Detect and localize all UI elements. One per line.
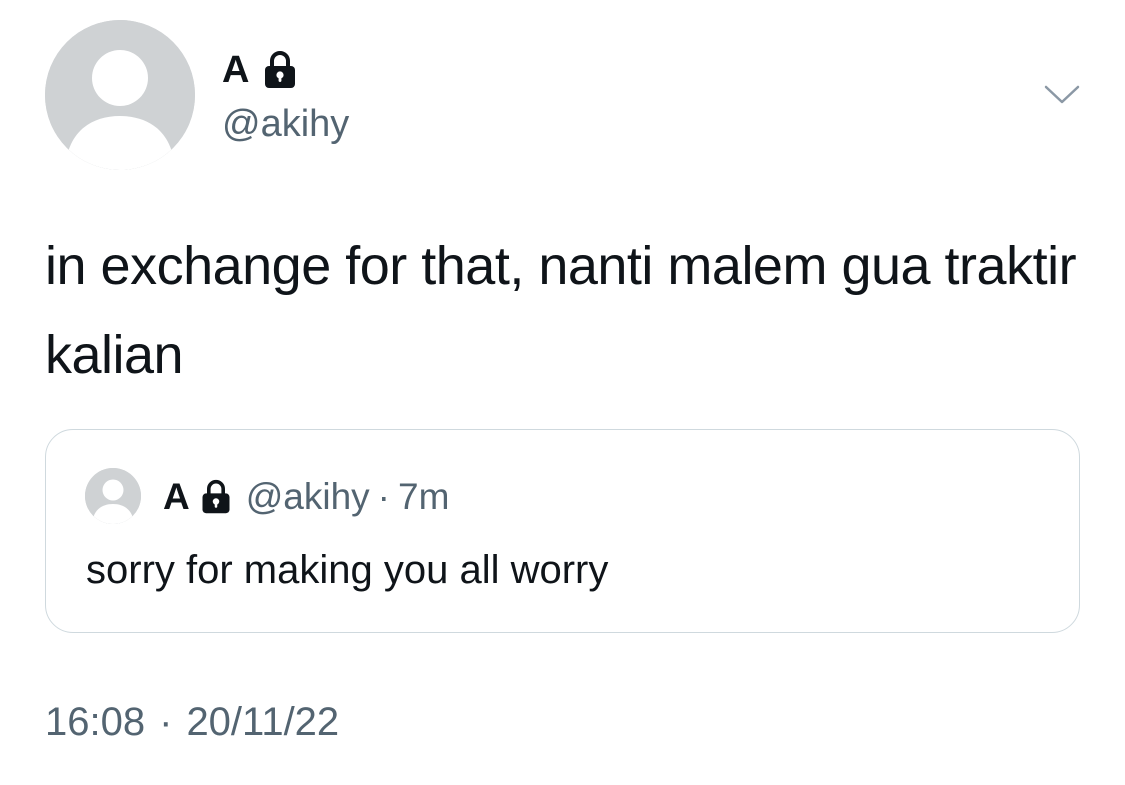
author-name-row[interactable]: A bbox=[222, 48, 297, 92]
separator-dot: · bbox=[377, 476, 390, 517]
quoted-tweet-text: sorry for making you all worry bbox=[86, 548, 609, 592]
default-avatar-icon bbox=[45, 20, 195, 170]
tweet-detail: A @akihy in exchange for that, nanti mal… bbox=[0, 0, 1125, 785]
chevron-down-icon bbox=[1044, 85, 1080, 104]
quoted-display-name: A bbox=[163, 476, 190, 517]
tweet-timestamp[interactable]: 16:08 · 20/11/22 bbox=[45, 700, 339, 745]
quoted-tweet-header: A @akihy · 7m bbox=[163, 474, 449, 520]
quoted-handle: @akihy bbox=[245, 476, 370, 517]
quoted-avatar bbox=[85, 468, 141, 524]
lock-icon bbox=[202, 479, 230, 514]
tweet-date: 20/11/22 bbox=[186, 700, 340, 744]
avatar[interactable] bbox=[45, 20, 195, 170]
quoted-tweet-age: 7m bbox=[398, 476, 450, 517]
quoted-tweet-card[interactable]: A @akihy · 7m sorry for making you all w… bbox=[45, 429, 1080, 633]
lock-icon bbox=[265, 51, 296, 88]
tweet-time: 16:08 bbox=[45, 700, 146, 744]
separator-dot: · bbox=[159, 700, 173, 744]
more-options-button[interactable] bbox=[1040, 78, 1084, 112]
default-avatar-icon bbox=[85, 468, 141, 524]
author-display-name[interactable]: A bbox=[222, 49, 249, 92]
tweet-text: in exchange for that, nanti malem gua tr… bbox=[45, 236, 1077, 385]
author-handle[interactable]: @akihy bbox=[222, 103, 349, 146]
